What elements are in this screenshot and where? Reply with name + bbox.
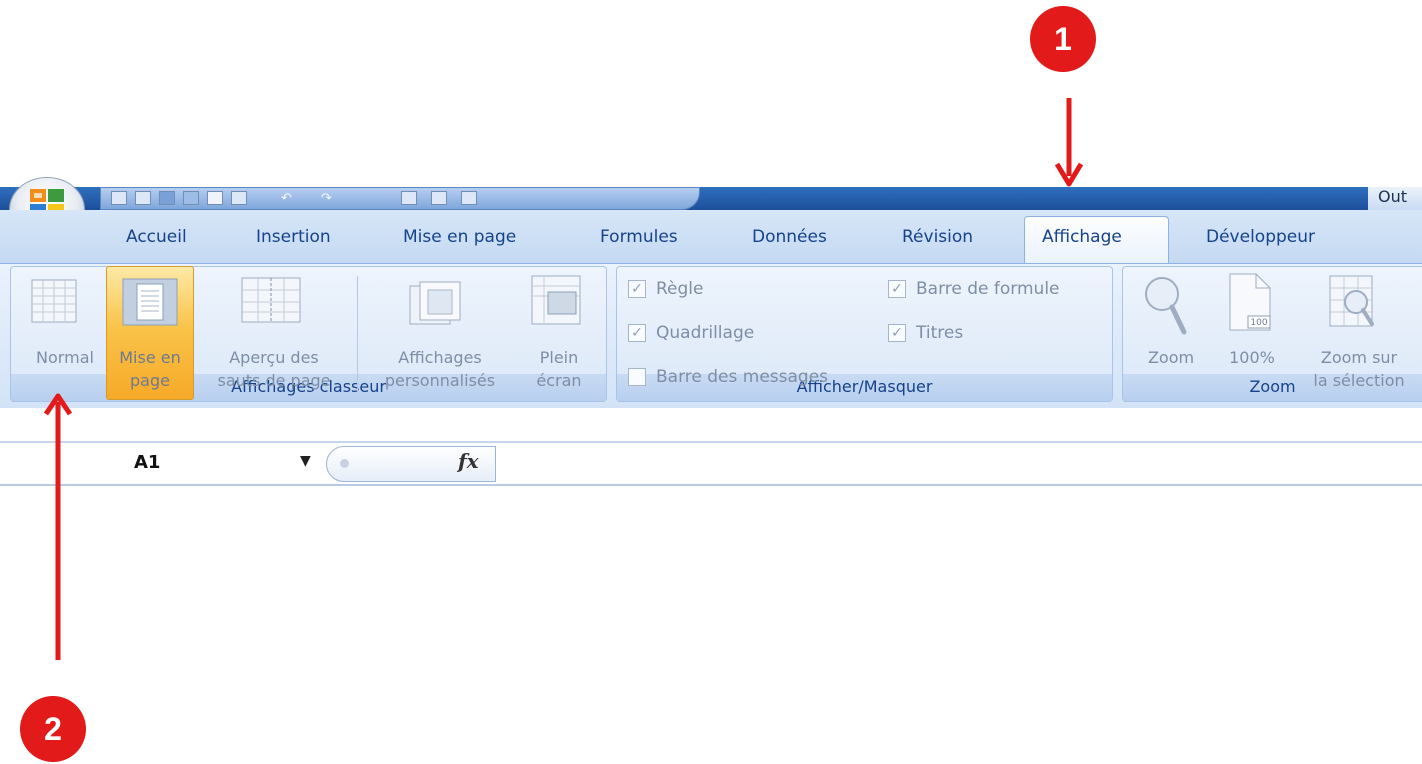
normal-view-button[interactable]: Normal — [20, 268, 102, 398]
checkbox-barre-formule-box[interactable]: ✓ — [888, 280, 906, 298]
formula-handle-icon — [340, 459, 349, 468]
page-layout-label-line2: page — [130, 371, 170, 390]
full-screen-label-line1: Plein — [539, 348, 579, 367]
tab-formules[interactable]: Formules — [600, 227, 678, 247]
page-layout-icon — [122, 278, 178, 326]
checkbox-regle-box[interactable]: ✓ — [628, 280, 646, 298]
custom-views-label-line1: Affichages — [398, 348, 482, 367]
qat-grid-icon[interactable] — [401, 191, 417, 205]
tab-accueil[interactable]: Accueil — [126, 227, 187, 247]
normal-view-icon — [31, 279, 77, 323]
zoom-selection-label-line1: Zoom sur — [1320, 348, 1398, 367]
tab-insertion[interactable]: Insertion — [256, 227, 331, 247]
zoom-100-label: 100% — [1229, 348, 1275, 367]
checkbox-barre-formule-label: Barre de formule — [916, 279, 1060, 299]
qat-form-icon[interactable] — [461, 191, 477, 205]
page-break-preview-button[interactable]: Aperçu des sauts de page — [200, 268, 348, 398]
qat-new-icon[interactable] — [135, 191, 151, 205]
callout-arrow-up-icon — [43, 393, 73, 660]
callout-badge-1: 1 — [1030, 6, 1096, 72]
magnifier-icon — [1145, 277, 1187, 335]
callout-arrow-down-icon — [1054, 98, 1084, 187]
name-box[interactable]: A1 — [134, 452, 160, 473]
formula-input[interactable] — [498, 446, 1422, 482]
qat-undo-icon[interactable]: ↶ — [281, 191, 297, 206]
zoom-100-icon: 100 — [1229, 273, 1271, 331]
page-break-preview-label-line2: sauts de page — [217, 371, 331, 390]
callout-badge-2: 2 — [20, 696, 86, 762]
page-break-preview-label-line1: Aperçu des — [229, 348, 319, 367]
checkbox-barre-messages-box[interactable] — [628, 368, 646, 386]
checkbox-titres-box[interactable]: ✓ — [888, 324, 906, 342]
tab-mise-en-page[interactable]: Mise en page — [403, 227, 516, 247]
tab-developpeur[interactable]: Développeur — [1206, 227, 1315, 247]
zoom-button[interactable]: Zoom — [1132, 268, 1210, 398]
zoom-100-icon-text: 100 — [1250, 318, 1267, 328]
insert-function-icon[interactable]: fx — [458, 449, 479, 473]
checkbox-barre-messages-label: Barre des messages — [656, 367, 829, 387]
checkbox-titres-label: Titres — [916, 323, 964, 343]
qat-separator-icon — [351, 191, 367, 205]
checkbox-quadrillage-label: Quadrillage — [656, 323, 755, 343]
zoom-selection-icon — [1329, 275, 1374, 327]
zoom-selection-label-line2: la sélection — [1313, 371, 1405, 390]
qat-print-icon[interactable] — [159, 191, 175, 205]
normal-label: Normal — [36, 348, 94, 367]
window-title-fragment: Out — [1368, 187, 1422, 210]
name-box-dropdown-icon[interactable]: ▼ — [300, 453, 311, 469]
qat-dropdown-icon[interactable] — [491, 191, 507, 205]
qat-save-icon[interactable] — [111, 191, 127, 205]
qat-redo-icon[interactable]: ↷ — [321, 191, 337, 206]
tab-revision[interactable]: Révision — [902, 227, 973, 247]
qat-preview-icon[interactable] — [207, 191, 223, 205]
tab-donnees[interactable]: Données — [752, 227, 827, 247]
qat-table-icon[interactable] — [431, 191, 447, 205]
tab-affichage[interactable]: Affichage — [1042, 227, 1122, 247]
checkbox-regle-label: Règle — [656, 279, 704, 299]
zoom-100-button[interactable]: 100 100% — [1216, 268, 1288, 398]
full-screen-icon — [531, 275, 581, 325]
qat-chart-icon[interactable] — [183, 191, 199, 205]
full-screen-label-line2: écran — [536, 371, 582, 390]
full-screen-button[interactable]: Plein écran — [518, 268, 600, 398]
checkbox-quadrillage-box[interactable]: ✓ — [628, 324, 646, 342]
zoom-selection-button[interactable]: Zoom sur la sélection — [1296, 268, 1422, 398]
page-break-preview-icon — [241, 277, 301, 323]
page-layout-label-line1: Mise en — [119, 348, 181, 367]
page-layout-view-button[interactable]: Mise en page — [106, 266, 194, 400]
group-separator — [357, 276, 358, 394]
zoom-label: Zoom — [1147, 348, 1195, 367]
quick-access-toolbar: ↶ ↷ — [100, 187, 700, 210]
custom-views-button[interactable]: Affichages personnalisés — [364, 268, 516, 398]
custom-views-icon — [409, 281, 461, 325]
qat-search-icon[interactable] — [231, 191, 247, 205]
custom-views-label-line2: personnalisés — [384, 371, 496, 390]
